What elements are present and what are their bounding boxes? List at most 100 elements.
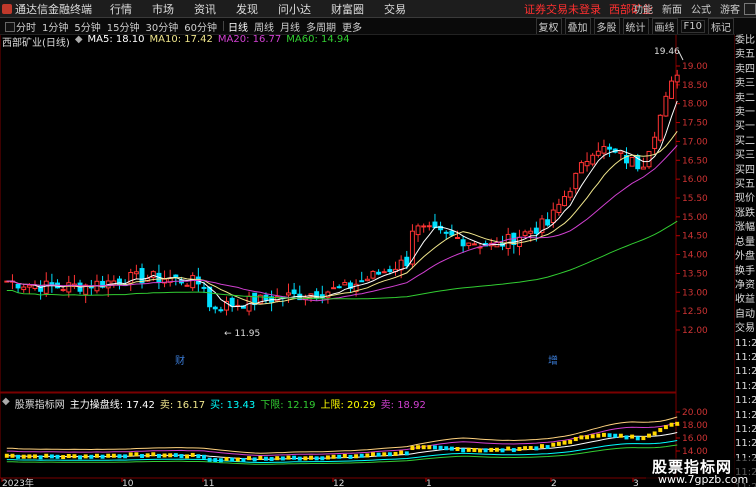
quote-side-panel: 委比 卖五 卖四 卖三 卖二 卖一 买一 买二 买三 买四 买五 现价 涨跌 涨幅 总量 外盘 换手 净资 收益 自动… [735, 34, 756, 487]
settings-icon[interactable]: ◆ [75, 34, 83, 49]
side-panel-item: 交易 [735, 323, 755, 335]
select-checkbox[interactable] [5, 22, 15, 32]
price-axis-label: 14.50 [682, 232, 708, 242]
candle-body [674, 74, 680, 83]
sell-value: 卖: 16.17 [159, 400, 206, 411]
new-screen-button[interactable]: 新面 [662, 1, 682, 16]
main-operating-line-value: 主力操盘线: 17.42 [69, 400, 155, 411]
overlay-button[interactable]: 叠加 [564, 18, 591, 34]
sub-candle [382, 452, 387, 457]
sub-candle [280, 456, 285, 461]
candle-body [376, 271, 382, 275]
period-1min[interactable]: 1分钟 [42, 19, 68, 34]
candle-body [207, 286, 213, 308]
side-panel-item: 11:25 [735, 380, 756, 392]
period-15min[interactable]: 15分钟 [107, 19, 140, 34]
sub-candle [478, 448, 482, 453]
sub-candle [444, 446, 449, 451]
period-fenshi[interactable]: 分时 [16, 19, 36, 34]
sub-candle [303, 456, 308, 461]
period-multi[interactable]: 多周期 [306, 19, 336, 34]
sub-candle [331, 454, 336, 459]
menu-zixun[interactable]: 资讯 [194, 1, 216, 17]
candle-body [584, 161, 590, 167]
side-panel-item: 涨幅 [735, 222, 755, 234]
f10-button[interactable]: F10 [680, 19, 705, 33]
side-panel-item: 卖四 [735, 63, 755, 75]
side-panel-item: 11:25 [735, 351, 756, 363]
price-axis-label: 13.00 [682, 288, 708, 298]
candle-body [415, 225, 421, 236]
side-panel-item: 买四 [735, 164, 755, 176]
sub-candle [202, 454, 206, 459]
period-60min[interactable]: 60分钟 [184, 19, 217, 34]
period-daily[interactable]: 日线 [228, 19, 248, 34]
sub-candle [540, 444, 544, 449]
sub-candle [630, 434, 635, 439]
sub-candle [641, 436, 646, 441]
sub-candle [179, 454, 184, 459]
menu-faxian[interactable]: 发现 [236, 1, 258, 17]
settings-icon[interactable]: ◆ [2, 396, 10, 411]
trade-login-alert[interactable]: 证券交易未登录 [524, 1, 601, 17]
sub-candle [449, 446, 454, 451]
candle-body [573, 172, 579, 190]
candle-body [426, 225, 432, 228]
draw-line-button[interactable]: 画线 [651, 18, 678, 34]
sub-candle [669, 422, 674, 427]
function-button[interactable]: 功能 [633, 1, 653, 16]
sub-candle [235, 457, 240, 462]
candlestick-chart[interactable]: 19.00 18.50 18.00 17.50 17.00 16.50 16.00 15.50… [0, 0, 756, 487]
candle-body [629, 156, 635, 167]
candle-body [359, 280, 365, 283]
menu-hangqing[interactable]: 行情 [110, 1, 132, 17]
minimize-icon[interactable] [744, 2, 756, 15]
menu-shichang[interactable]: 市场 [152, 1, 174, 17]
period-more[interactable]: 更多 [342, 19, 362, 34]
sub-axis-label: 18.00 [682, 421, 708, 431]
candle-body [286, 292, 291, 296]
menu-jiaoyi[interactable]: 交易 [384, 1, 406, 17]
statistics-button[interactable]: 统计 [622, 18, 649, 34]
price-axis-label: 14.00 [682, 251, 708, 261]
sub-candle [213, 458, 218, 463]
mark-button[interactable]: 标记 [708, 18, 734, 34]
sub-candle [658, 428, 663, 433]
candle-body [443, 231, 449, 234]
restore-rights-button[interactable]: 复权 [535, 18, 562, 34]
period-weekly[interactable]: 周线 [254, 19, 274, 34]
sub-candle [472, 447, 477, 452]
candle-body [567, 191, 573, 198]
upper-limit-value: 上限: 20.29 [320, 400, 376, 411]
guest-button[interactable]: 游客 [720, 1, 740, 16]
candle-body [449, 230, 455, 236]
ma5-value: MA5: 18.10 [87, 34, 145, 45]
candle-body [212, 306, 218, 310]
sub-candle [500, 448, 505, 453]
side-panel-item: 11:25 [735, 395, 756, 407]
max-price-label: 19.46 [654, 47, 680, 57]
multi-stock-button[interactable]: 多股 [593, 18, 620, 34]
sub-candle [106, 453, 111, 458]
sub-candle [562, 440, 567, 445]
candle-body [370, 270, 376, 279]
period-5min[interactable]: 5分钟 [74, 19, 100, 34]
sub-candle [618, 433, 623, 438]
sub-candle [551, 442, 556, 447]
side-panel-item: 收益 [735, 294, 755, 306]
formula-button[interactable]: 公式 [691, 1, 711, 16]
sub-candle [399, 450, 404, 455]
sub-candle [342, 453, 347, 458]
sub-candle [494, 447, 499, 452]
candle-body [381, 271, 387, 274]
sub-candle [94, 453, 99, 458]
sub-indicator-title: 股票指标网 [14, 400, 65, 411]
period-30min[interactable]: 30分钟 [145, 19, 178, 34]
menu-wenxiaoda[interactable]: 问小达 [278, 1, 311, 17]
sub-candle [325, 455, 330, 460]
period-monthly[interactable]: 月线 [280, 19, 300, 34]
menu-caifuquan[interactable]: 财富圈 [331, 1, 364, 17]
candle-body [578, 162, 584, 174]
candle-body [336, 286, 342, 289]
sub-candle [100, 454, 105, 459]
